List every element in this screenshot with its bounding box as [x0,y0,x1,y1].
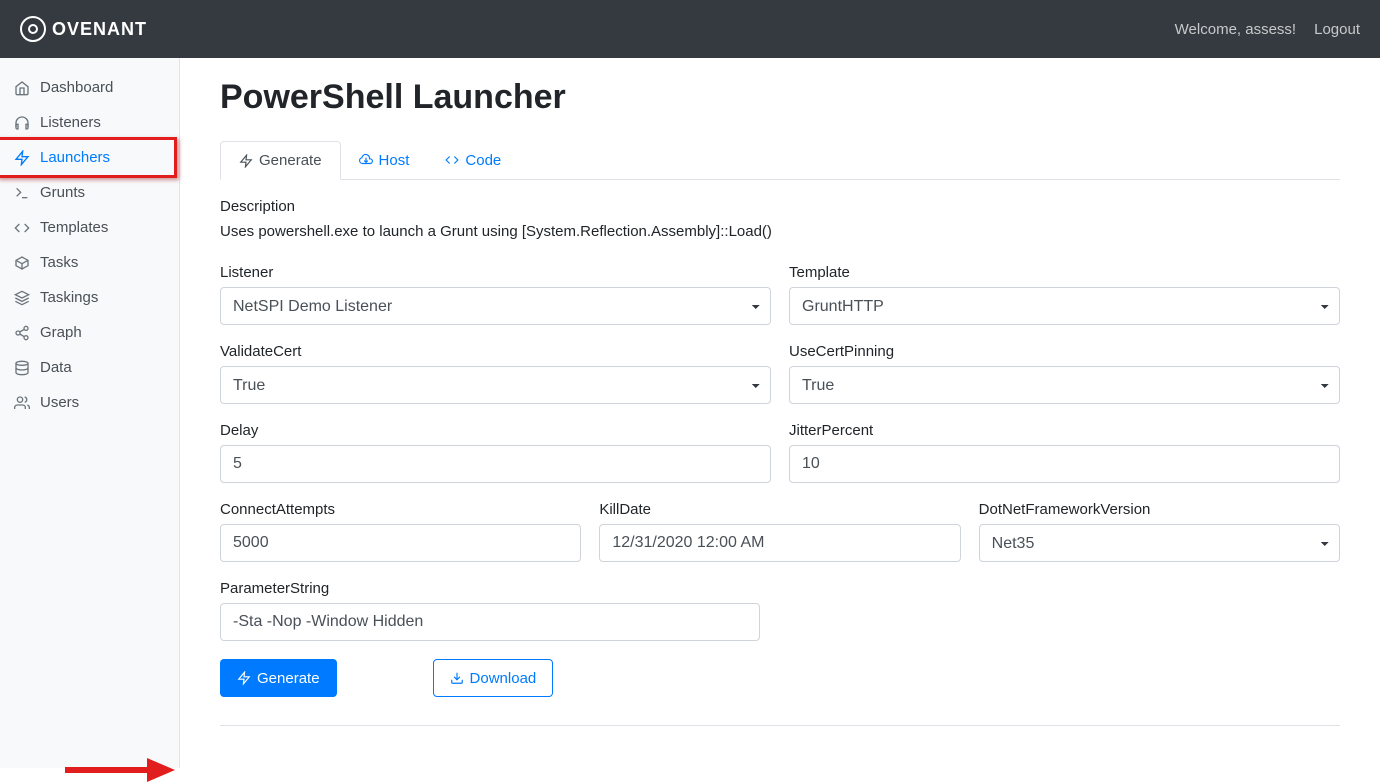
zap-icon [14,150,30,166]
paramstring-input[interactable] [220,603,760,641]
listener-label: Listener [220,264,771,281]
validatecert-label: ValidateCert [220,343,771,360]
zap-icon [239,154,253,168]
killdate-label: KillDate [599,501,960,518]
code-icon [445,153,459,167]
users-icon [14,395,30,411]
sidebar-item-label: Dashboard [40,79,113,96]
terminal-icon [14,185,30,201]
logout-link[interactable]: Logout [1314,21,1360,38]
sidebar-item-label: Taskings [40,289,98,306]
layers-icon [14,290,30,306]
cloud-icon [359,153,373,167]
sidebar-item-label: Data [40,359,72,376]
tab-code[interactable]: Code [427,141,519,179]
sidebar-item-label: Listeners [40,114,101,131]
delay-input[interactable] [220,445,771,483]
usecertpinning-select[interactable]: True [789,366,1340,404]
template-select[interactable]: GruntHTTP [789,287,1340,325]
paramstring-label: ParameterString [220,580,760,597]
brand-text: OVENANT [52,19,147,40]
sidebar-item-grunts[interactable]: Grunts [0,175,179,210]
sidebar-item-label: Launchers [40,149,110,166]
database-icon [14,360,30,376]
sidebar-item-label: Users [40,394,79,411]
download-button[interactable]: Download [433,659,554,697]
validatecert-select[interactable]: True [220,366,771,404]
jitter-label: JitterPercent [789,422,1340,439]
description-text: Uses powershell.exe to launch a Grunt us… [220,223,1340,240]
sidebar-item-graph[interactable]: Graph [0,315,179,350]
sidebar-item-tasks[interactable]: Tasks [0,245,179,280]
download-icon [450,671,464,685]
home-icon [14,80,30,96]
sidebar-item-label: Graph [40,324,82,341]
share-icon [14,325,30,341]
tab-host[interactable]: Host [341,141,428,179]
listener-select[interactable]: NetSPI Demo Listener [220,287,771,325]
headphones-icon [14,115,30,131]
tab-label: Host [379,152,410,169]
jitter-input[interactable] [789,445,1340,483]
sidebar-item-label: Templates [40,219,108,236]
sidebar-item-listeners[interactable]: Listeners [0,105,179,140]
generate-button[interactable]: Generate [220,659,337,697]
dotnet-label: DotNetFrameworkVersion [979,501,1340,518]
sidebar-item-data[interactable]: Data [0,350,179,385]
page-title: PowerShell Launcher [220,78,1340,117]
delay-label: Delay [220,422,771,439]
connectattempts-input[interactable] [220,524,581,562]
sidebar-item-taskings[interactable]: Taskings [0,280,179,315]
brand[interactable]: OVENANT [20,16,147,42]
description-label: Description [220,198,1340,215]
button-label: Generate [257,670,320,687]
usecertpinning-label: UseCertPinning [789,343,1340,360]
connectattempts-label: ConnectAttempts [220,501,581,518]
sidebar-item-templates[interactable]: Templates [0,210,179,245]
dotnet-select[interactable]: Net35 [979,524,1340,562]
code-icon [14,220,30,236]
tab-label: Code [465,152,501,169]
sidebar-item-label: Tasks [40,254,78,271]
sidebar-item-launchers[interactable]: Launchers [0,137,177,178]
sidebar-item-users[interactable]: Users [0,385,179,420]
killdate-input[interactable] [599,524,960,562]
sidebar-item-dashboard[interactable]: Dashboard [0,70,179,105]
welcome-link[interactable]: Welcome, assess! [1175,21,1296,38]
button-label: Download [470,670,537,687]
brand-logo-icon [20,16,46,42]
tab-generate[interactable]: Generate [220,141,341,180]
box-icon [14,255,30,271]
tab-label: Generate [259,152,322,169]
template-label: Template [789,264,1340,281]
zap-icon [237,671,251,685]
sidebar-item-label: Grunts [40,184,85,201]
divider [220,725,1340,726]
